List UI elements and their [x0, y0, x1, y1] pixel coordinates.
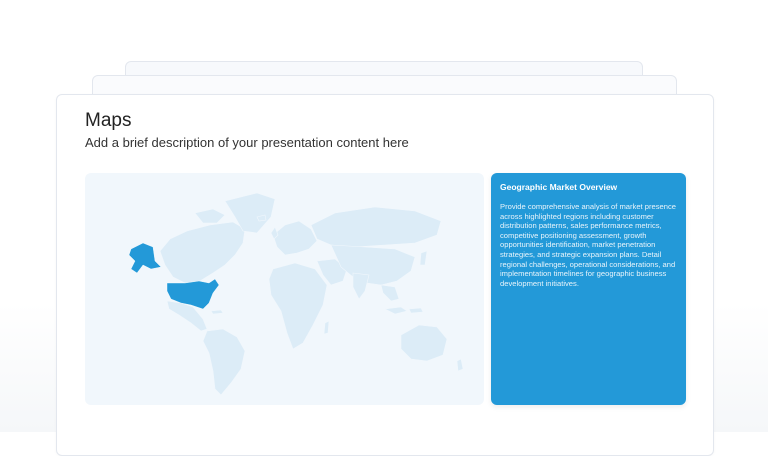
map-region-caribbean: [210, 309, 224, 315]
map-region-japan: [419, 250, 428, 266]
world-map-panel: [85, 173, 484, 405]
slide-card: Maps Add a brief description of your pre…: [56, 94, 714, 456]
map-region-madagascar: [323, 320, 330, 335]
map-region-russia: [310, 206, 442, 248]
map-region-africa: [268, 262, 328, 350]
info-card-title: Geographic Market Overview: [500, 182, 618, 192]
map-region-india: [352, 272, 370, 300]
map-region-southeast-asia: [380, 284, 400, 302]
map-region-south-america: [202, 328, 246, 396]
info-card-body: Provide comprehensive analysis of market…: [500, 202, 677, 288]
map-region-indonesia: [383, 306, 424, 315]
world-map: [128, 192, 464, 396]
map-region-australia: [400, 324, 448, 362]
slide-title: Maps: [85, 110, 132, 131]
map-region-canada: [159, 221, 246, 284]
map-region-europe: [272, 220, 318, 256]
slide-subtitle: Add a brief description of your presenta…: [85, 135, 409, 150]
map-region-new-zealand: [456, 358, 464, 372]
map-region-alaska: [128, 242, 162, 274]
info-card: Geographic Market Overview Provide compr…: [491, 173, 686, 405]
